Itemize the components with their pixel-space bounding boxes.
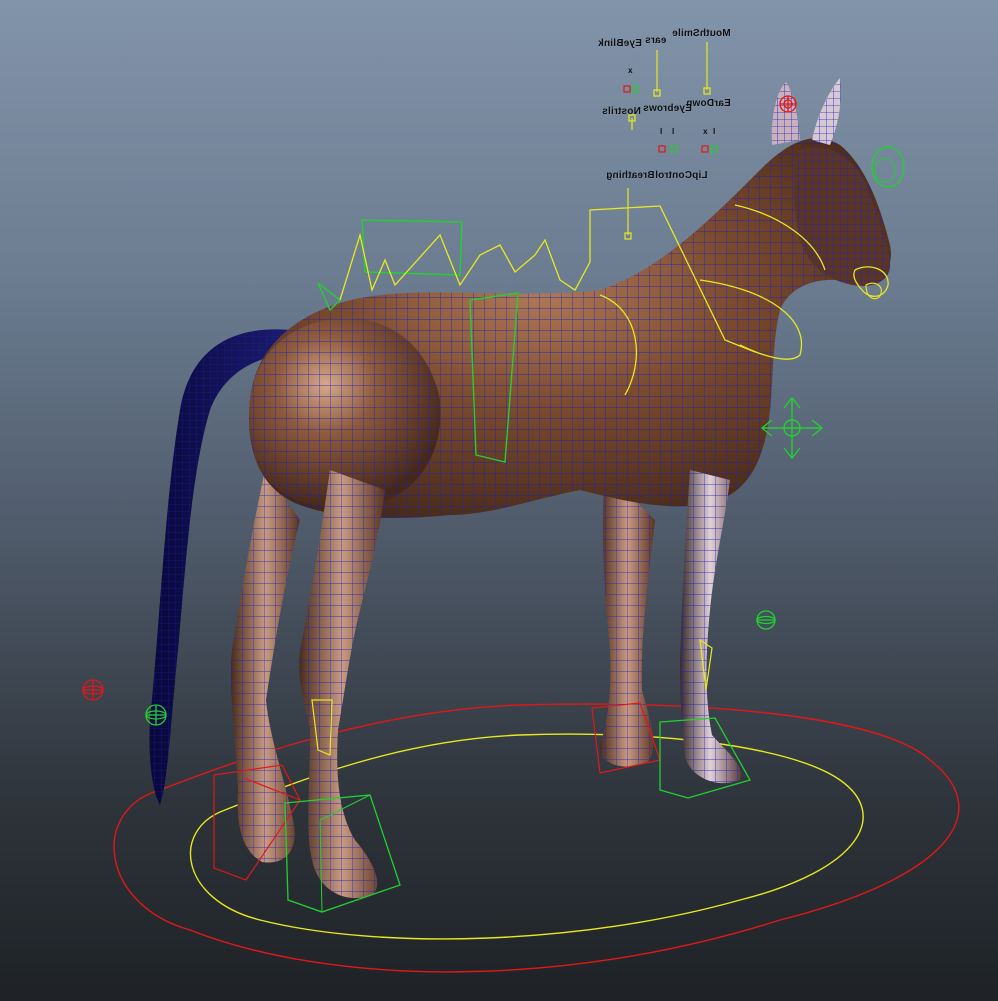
facial-slider-handles (623, 42, 718, 240)
four-way-arrow-icon (760, 396, 824, 460)
scene-canvas[interactable] (0, 0, 998, 1001)
ear-control (779, 95, 797, 113)
sphere-locator-icon (145, 704, 167, 726)
sphere-locator-icon (82, 679, 104, 701)
sphere-locator-icon (756, 610, 776, 630)
3d-viewport[interactable]: MouthSmile ears EyeBlink EarDown Eyebrow… (0, 0, 998, 1001)
